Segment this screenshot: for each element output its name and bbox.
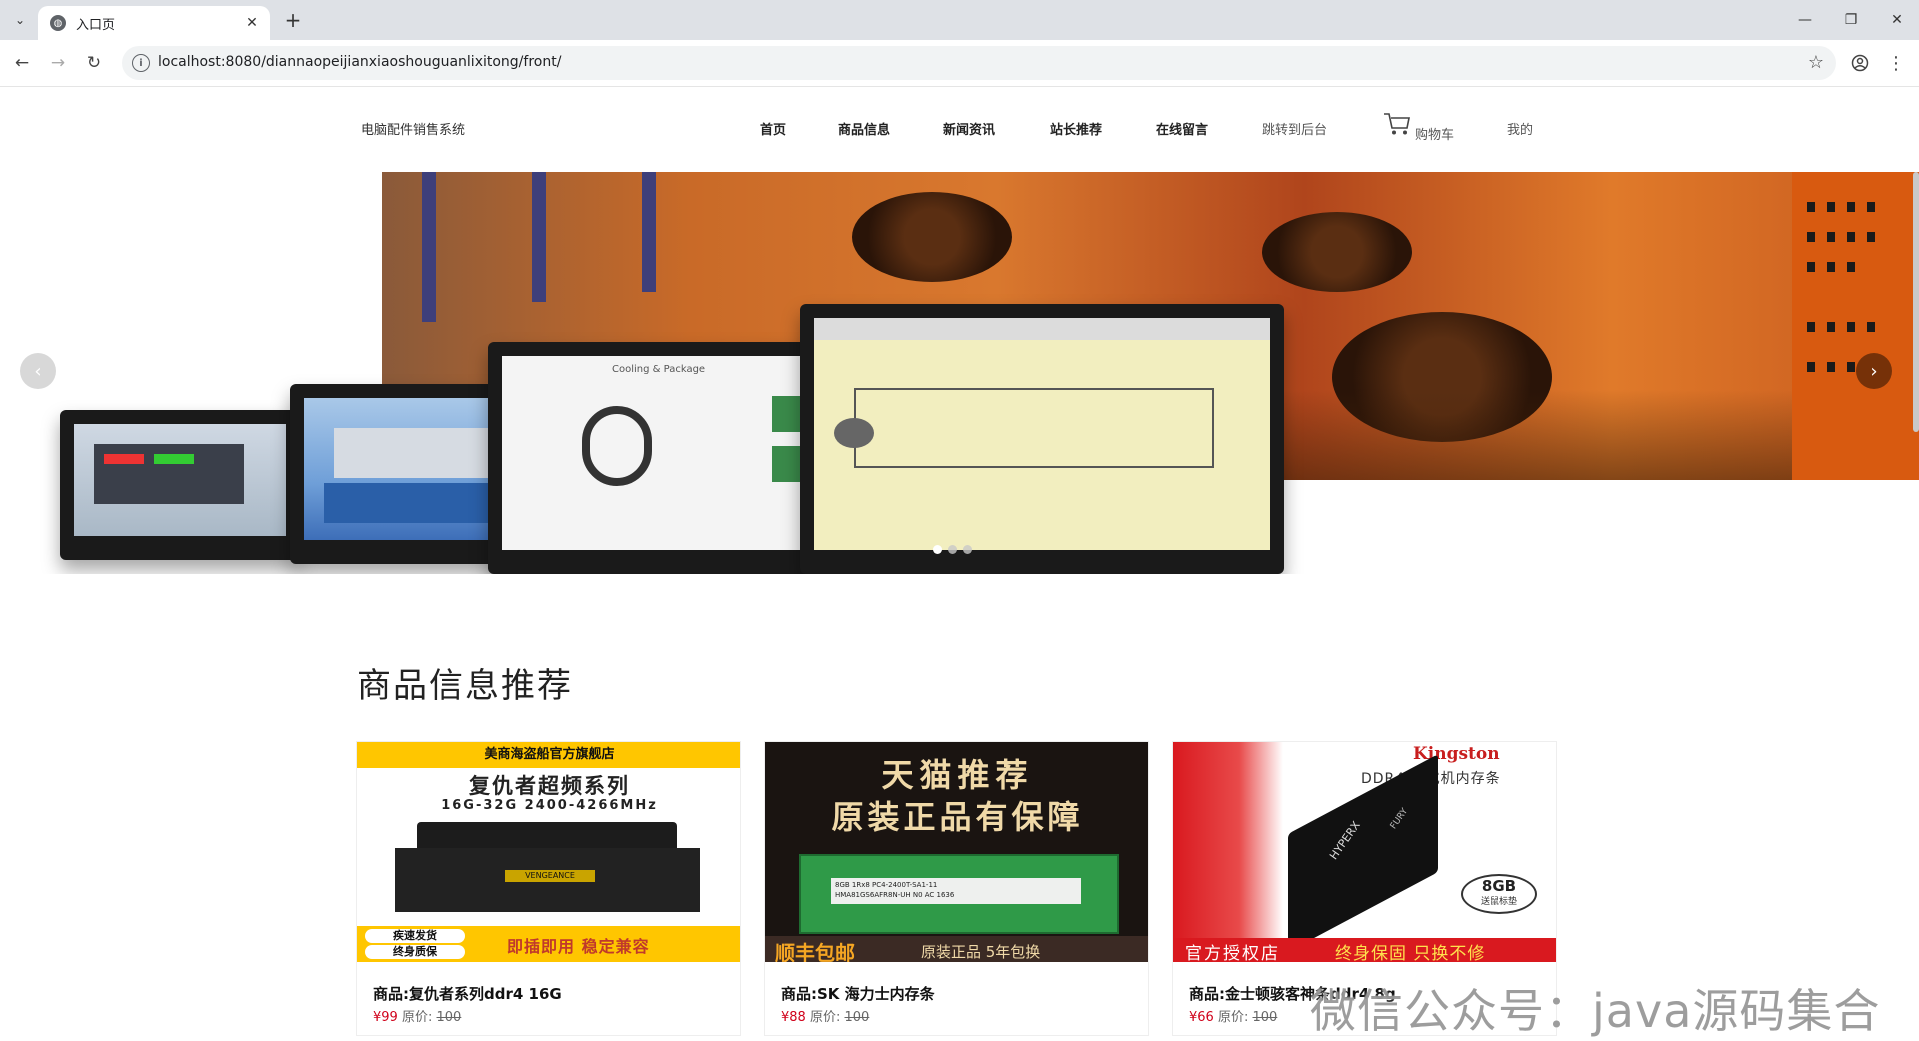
nav-home[interactable]: 首页 <box>760 119 786 138</box>
section-title: 商品信息推荐 <box>357 666 573 706</box>
tab-search-button[interactable]: ⌄ <box>8 8 32 32</box>
original-price-label: 原价: <box>1217 1010 1249 1025</box>
monitor-4 <box>800 304 1284 574</box>
original-price-label: 原价: <box>401 1010 433 1025</box>
page-scrollbar[interactable] <box>1913 172 1919 432</box>
carousel-dot[interactable] <box>933 545 942 554</box>
back-arrow-icon[interactable]: ← <box>10 51 34 75</box>
price-row: ¥66 原价: 100 <box>1189 1006 1277 1025</box>
site-header: 电脑配件销售系统 首页 商品信息 新闻资讯 站长推荐 在线留言 跳转到后台 购物… <box>0 87 1919 172</box>
product-image: 天猫推荐 原装正品有保障 8GB 1Rx8 PC4-2400T-SA1-11 H… <box>765 742 1148 962</box>
price-row: ¥99 原价: 100 <box>373 1006 461 1025</box>
original-price: 100 <box>844 1010 870 1025</box>
nav-cart[interactable]: 购物车 <box>1415 124 1454 143</box>
globe-icon: ◍ <box>50 15 66 31</box>
address-bar[interactable]: i localhost:8080/diannaopeijianxiaoshoug… <box>122 46 1836 80</box>
product-image: Kingston DDR4 台式机内存条 HYPERX FURY 8GB 送鼠标… <box>1173 742 1556 962</box>
browser-tab-strip: ⌄ ◍ 入口页 ✕ + — ❐ ✕ <box>0 0 1919 40</box>
carousel-next-button[interactable]: › <box>1856 353 1892 389</box>
banner-carousel[interactable]: Cooling & Package ‹ › <box>0 172 1919 574</box>
cart-icon[interactable] <box>1383 111 1411 137</box>
carousel-prev-button[interactable]: ‹ <box>20 353 56 389</box>
product-card[interactable]: 天猫推荐 原装正品有保障 8GB 1Rx8 PC4-2400T-SA1-11 H… <box>764 741 1149 1036</box>
chevron-down-icon: ⌄ <box>14 13 26 27</box>
original-price: 100 <box>1252 1010 1278 1025</box>
chevron-left-icon: ‹ <box>34 360 42 382</box>
price-row: ¥88 原价: 100 <box>781 1006 869 1025</box>
carousel-indicators <box>933 545 972 554</box>
product-name[interactable]: 商品:复仇者系列ddr4 16G <box>373 983 562 1004</box>
monitor-1 <box>60 410 300 560</box>
site-info-icon[interactable]: i <box>132 54 150 72</box>
menu-kebab-icon[interactable]: ⋮ <box>1884 51 1908 75</box>
nav-recommend[interactable]: 站长推荐 <box>1050 119 1102 138</box>
profile-icon[interactable] <box>1848 51 1872 75</box>
product-card[interactable]: 美商海盗船官方旗舰店 复仇者超频系列 16G-32G 2400-4266MHz … <box>356 741 741 1036</box>
nav-messages[interactable]: 在线留言 <box>1156 119 1208 138</box>
product-name[interactable]: 商品:SK 海力士内存条 <box>781 983 935 1004</box>
minimize-icon[interactable]: — <box>1790 8 1820 32</box>
product-price: ¥88 <box>781 1010 806 1025</box>
close-window-icon[interactable]: ✕ <box>1882 8 1912 32</box>
new-tab-button[interactable]: + <box>282 8 304 32</box>
chevron-right-icon: › <box>1870 360 1878 382</box>
product-price: ¥99 <box>373 1010 398 1025</box>
watermark-text: 微信公众号：java源码集合 <box>1310 984 1881 1038</box>
nav-mine[interactable]: 我的 <box>1507 119 1533 138</box>
close-tab-icon[interactable]: ✕ <box>242 13 262 33</box>
site-brand[interactable]: 电脑配件销售系统 <box>361 119 465 138</box>
reload-icon[interactable]: ↻ <box>82 51 106 75</box>
restore-icon[interactable]: ❐ <box>1836 8 1866 32</box>
original-price: 100 <box>436 1010 462 1025</box>
carousel-dot[interactable] <box>963 545 972 554</box>
browser-tab[interactable]: ◍ 入口页 ✕ <box>38 6 270 40</box>
nav-news[interactable]: 新闻资讯 <box>943 119 995 138</box>
product-price: ¥66 <box>1189 1010 1214 1025</box>
browser-toolbar: ← → ↻ i localhost:8080/diannaopeijianxia… <box>0 40 1919 87</box>
bookmark-star-icon[interactable]: ☆ <box>1808 52 1824 73</box>
nav-products[interactable]: 商品信息 <box>838 119 890 138</box>
product-image: 美商海盗船官方旗舰店 复仇者超频系列 16G-32G 2400-4266MHz … <box>357 742 740 962</box>
carousel-dot[interactable] <box>948 545 957 554</box>
nav-admin[interactable]: 跳转到后台 <box>1262 119 1327 138</box>
url-text[interactable]: localhost:8080/diannaopeijianxiaoshougua… <box>158 54 561 70</box>
forward-arrow-icon[interactable]: → <box>46 51 70 75</box>
original-price-label: 原价: <box>809 1010 841 1025</box>
tab-title: 入口页 <box>76 17 116 33</box>
